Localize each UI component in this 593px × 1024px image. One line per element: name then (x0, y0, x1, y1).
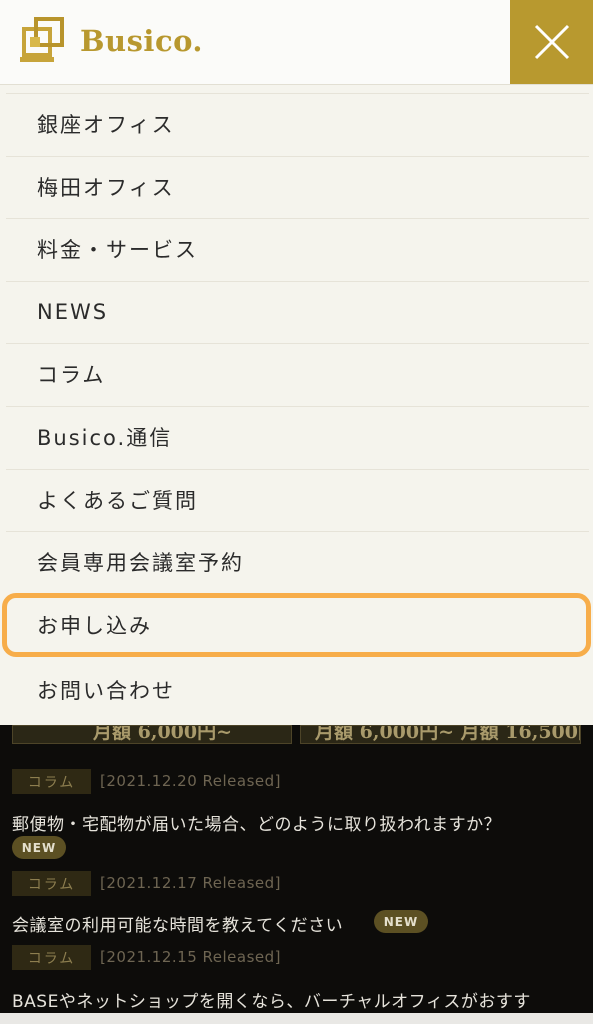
close-icon (534, 24, 569, 60)
new-badge: NEW (374, 910, 428, 933)
news-headline[interactable]: 会議室の利用可能な時間を教えてください (12, 911, 343, 936)
close-menu-button[interactable] (510, 0, 593, 84)
release-date: [2021.12.20 Released] (100, 772, 281, 790)
menu-item-umeda-office[interactable]: 梅田オフィス (6, 156, 589, 217)
page-content: 月額 6,000円~ 月額 6,000円~ 月額 16,500円~ コラム [2… (0, 725, 593, 1024)
site-header: Busico. (0, 0, 593, 85)
menu-item-ginza-office[interactable]: 銀座オフィス (6, 93, 589, 154)
menu-item-pricing[interactable]: 料金・サービス (6, 218, 589, 279)
price-card[interactable]: 月額 6,000円~ 月額 16,500円~ (300, 725, 581, 744)
category-tag[interactable]: コラム (12, 769, 91, 794)
category-tag[interactable]: コラム (12, 945, 91, 970)
logo-text: Busico. (80, 24, 204, 58)
new-badge: NEW (12, 836, 66, 859)
news-headline[interactable]: 郵便物・宅配物が届いた場合、どのように取り扱われますか？ (12, 810, 501, 835)
menu-item-busico-tsushin[interactable]: Busico.通信 (6, 406, 589, 467)
menu-item-faq[interactable]: よくあるご質問 (6, 469, 589, 530)
menu-item-news[interactable]: NEWS (6, 281, 589, 342)
price-text: 月額 6,000円~ (93, 725, 233, 743)
nav-menu: 銀座オフィス 梅田オフィス 料金・サービス NEWS コラム Busico.通信… (0, 85, 593, 725)
news-headline[interactable]: BASEやネットショップを開くなら、バーチャルオフィスがおすす (12, 987, 531, 1012)
price-card[interactable]: 月額 6,000円~ (12, 725, 292, 744)
menu-item-meeting-room[interactable]: 会員専用会議室予約 (6, 531, 589, 592)
release-date: [2021.12.17 Released] (100, 874, 281, 892)
release-date: [2021.12.15 Released] (100, 948, 281, 966)
browser-bottom-bar (0, 1013, 593, 1024)
menu-item-contact[interactable]: お問い合わせ (6, 659, 589, 720)
price-text: 月額 6,000円~ 月額 16,500円~ (315, 725, 580, 743)
menu-item-column[interactable]: コラム (6, 343, 589, 404)
busico-logo-icon (20, 17, 64, 62)
category-tag[interactable]: コラム (12, 871, 91, 896)
menu-item-apply[interactable]: お申し込み (2, 593, 591, 657)
logo[interactable]: Busico. (16, 13, 203, 69)
